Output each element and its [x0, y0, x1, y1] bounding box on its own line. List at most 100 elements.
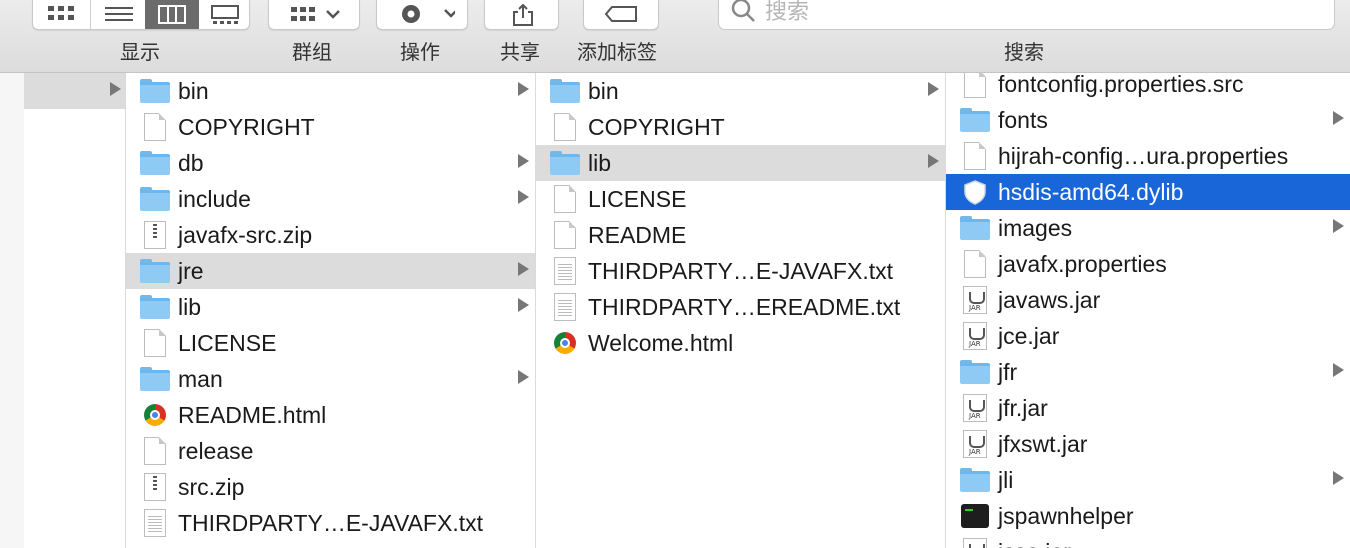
file-row[interactable]: THIRDPARTY…E-JAVAFX.txt [536, 253, 945, 289]
group-button-content [269, 0, 361, 29]
file-name: THIRDPARTY…E-JAVAFX.txt [588, 257, 893, 284]
file-name: THIRDPARTY…EREADME.txt [588, 293, 901, 320]
document-icon [548, 220, 582, 250]
file-name: man [178, 365, 223, 392]
folder-icon [138, 256, 172, 286]
file-row[interactable]: fontconfig.properties.src [946, 73, 1350, 102]
file-row[interactable]: bin [126, 73, 535, 109]
file-row[interactable]: lib [536, 145, 945, 181]
file-row[interactable]: lib [126, 289, 535, 325]
file-name: README.html [178, 401, 327, 428]
file-row[interactable]: JAR jfr.jar [946, 390, 1350, 426]
document-icon [138, 328, 172, 358]
folder-icon [548, 76, 582, 106]
zip-icon [138, 472, 172, 502]
file-row[interactable]: images [946, 210, 1350, 246]
text-document-icon [138, 508, 172, 538]
file-row[interactable]: JAR jfxswt.jar [946, 426, 1350, 462]
file-row[interactable]: javafx-src.zip [126, 217, 535, 253]
file-row[interactable]: bin [536, 73, 945, 109]
column-jdk[interactable]: bin COPYRIGHT db include javafx-src.zip jre li… [126, 73, 536, 548]
gallery-view-button[interactable] [199, 0, 250, 29]
action-button[interactable] [376, 0, 468, 30]
share-button-content [485, 0, 560, 29]
file-row[interactable]: fonts [946, 102, 1350, 138]
column-lib[interactable]: fontconfig.properties.src fonts hijrah-con… [946, 73, 1350, 548]
file-row[interactable]: hsdis-amd64.dylib [946, 174, 1350, 210]
column-jre[interactable]: bin COPYRIGHT lib LICENSE README THIRDPARTY…E… [536, 73, 946, 548]
list-view-button[interactable] [90, 0, 146, 29]
file-row[interactable]: jfr [946, 354, 1350, 390]
file-row[interactable]: LICENSE [536, 181, 945, 217]
column-0[interactable] [0, 73, 25, 548]
file-row[interactable]: jre [126, 253, 535, 289]
gear-icon [402, 4, 455, 23]
file-row[interactable]: src.zip [126, 469, 535, 505]
folder-icon [958, 465, 992, 495]
file-row[interactable]: LICENSE [126, 325, 535, 361]
file-name: fontconfig.properties.src [998, 73, 1244, 97]
file-name: lib [588, 149, 612, 176]
file-name: javafx-src.zip [178, 221, 313, 248]
file-row[interactable]: jli [946, 462, 1350, 498]
search-field[interactable]: 搜索 [718, 0, 1335, 30]
file-name: javafx.properties [998, 250, 1167, 277]
document-icon [548, 112, 582, 142]
action-button-content [377, 0, 469, 29]
file-name: hsdis-amd64.dylib [998, 178, 1184, 205]
file-row[interactable]: COPYRIGHT [126, 109, 535, 145]
file-row[interactable]: Welcome.html [536, 325, 945, 361]
file-row[interactable]: include [126, 181, 535, 217]
file-row[interactable]: JAR javaws.jar [946, 282, 1350, 318]
file-row[interactable]: db [126, 145, 535, 181]
jar-icon: JAR [958, 393, 992, 423]
shield-icon [958, 177, 992, 207]
file-name: lib [178, 293, 202, 320]
file-row[interactable]: JAR jsse.jar [946, 534, 1350, 548]
folder-icon [958, 213, 992, 243]
file-row[interactable]: THIRDPARTY…E-JAVAFX.txt [126, 505, 535, 541]
file-name: LICENSE [588, 185, 687, 212]
view-label: 显示 [120, 42, 160, 64]
file-row[interactable]: man [126, 361, 535, 397]
folder-icon [138, 148, 172, 178]
file-name: jli [998, 466, 1014, 493]
action-label: 操作 [400, 42, 440, 64]
file-name: jsse.jar [998, 539, 1071, 548]
disclosure-arrow-icon [110, 82, 121, 96]
file-name: Welcome.html [588, 329, 734, 356]
share-icon [512, 3, 533, 26]
file-row[interactable]: release [126, 433, 535, 469]
file-row[interactable]: README [536, 217, 945, 253]
tag-button[interactable] [583, 0, 659, 30]
highlighted-row[interactable] [24, 73, 125, 109]
file-name: src.zip [178, 473, 245, 500]
file-row[interactable]: hijrah-config…ura.properties [946, 138, 1350, 174]
file-name: bin [588, 77, 619, 104]
file-name: jfr [998, 358, 1018, 385]
share-button[interactable] [484, 0, 559, 30]
disclosure-arrow-icon [1333, 363, 1344, 377]
file-name: fonts [998, 106, 1048, 133]
file-row[interactable]: JAR jce.jar [946, 318, 1350, 354]
file-name: jfr.jar [998, 394, 1048, 421]
file-row[interactable]: COPYRIGHT [536, 109, 945, 145]
file-row[interactable]: THIRDPARTY…EREADME.txt [536, 289, 945, 325]
folder-icon [138, 364, 172, 394]
disclosure-arrow-icon [518, 370, 529, 384]
folder-icon [138, 184, 172, 214]
group-button[interactable] [268, 0, 360, 30]
column-view-button[interactable] [145, 0, 199, 29]
file-name: db [178, 149, 204, 176]
disclosure-arrow-icon [1333, 219, 1344, 233]
file-row[interactable]: javafx.properties [946, 246, 1350, 282]
file-row[interactable]: jspawnhelper [946, 498, 1350, 534]
jar-badge: JAR [969, 304, 981, 312]
chrome-icon [548, 328, 582, 358]
jar-badge: JAR [969, 340, 981, 348]
icon-view-button[interactable] [33, 0, 90, 29]
column-1[interactable] [24, 73, 126, 548]
disclosure-arrow-icon [518, 262, 529, 276]
document-icon [958, 73, 992, 99]
file-row[interactable]: README.html [126, 397, 535, 433]
